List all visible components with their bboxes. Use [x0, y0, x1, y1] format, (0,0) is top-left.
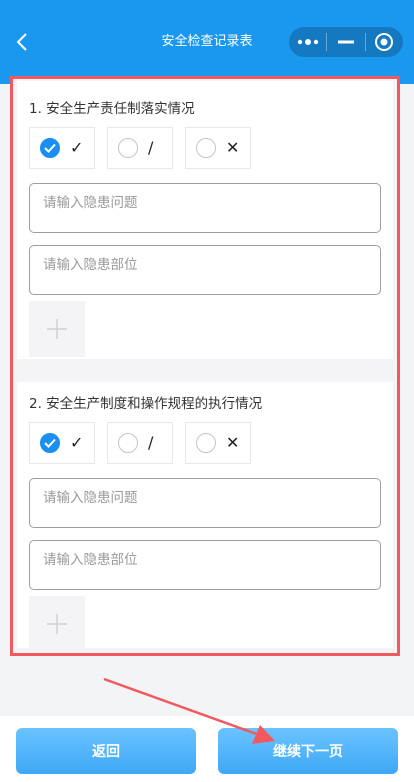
add-photo-button[interactable] [29, 301, 85, 357]
option-label: ✓ [70, 138, 84, 157]
answer-options: ✓ / ✕ [29, 422, 381, 464]
radio-checked-icon [40, 433, 60, 453]
option-label: ✓ [70, 433, 84, 452]
option-pass[interactable]: ✓ [29, 422, 95, 464]
close-program-icon[interactable] [366, 27, 403, 57]
option-fail[interactable]: ✕ [185, 422, 251, 464]
option-fail[interactable]: ✕ [185, 127, 251, 169]
checklist-highlight: 1. 安全生产责任制落实情况 ✓ / ✕ 请输入隐患问题 请输入隐患部位 2. … [10, 76, 400, 656]
radio-unchecked-icon [118, 138, 138, 158]
option-label: ✕ [226, 138, 240, 157]
nav-bar: 安全检查记录表 [0, 0, 414, 84]
option-pass[interactable]: ✓ [29, 127, 95, 169]
plus-icon [47, 614, 67, 634]
option-na[interactable]: / [107, 127, 173, 169]
answer-options: ✓ / ✕ [29, 127, 381, 169]
issue-input[interactable]: 请输入隐患问题 [29, 183, 381, 233]
location-input[interactable]: 请输入隐患部位 [29, 540, 381, 590]
mini-program-capsule [289, 27, 403, 57]
bottom-action-bar: 返回 继续下一页 [0, 716, 414, 782]
option-na[interactable]: / [107, 422, 173, 464]
question-card-1: 1. 安全生产责任制落实情况 ✓ / ✕ 请输入隐患问题 请输入隐患部位 [17, 81, 393, 359]
issue-input[interactable]: 请输入隐患问题 [29, 478, 381, 528]
question-title: 1. 安全生产责任制落实情况 [29, 101, 195, 117]
radio-checked-icon [40, 138, 60, 158]
plus-icon [47, 319, 67, 339]
radio-unchecked-icon [196, 138, 216, 158]
option-label: / [148, 138, 154, 157]
next-page-button[interactable]: 继续下一页 [218, 728, 398, 774]
radio-unchecked-icon [196, 433, 216, 453]
question-card-2: 2. 安全生产制度和操作规程的执行情况 ✓ / ✕ 请输入隐患问题 请输入隐患部… [17, 382, 393, 652]
option-label: / [148, 433, 154, 452]
location-input[interactable]: 请输入隐患部位 [29, 245, 381, 295]
more-menu-icon[interactable] [289, 27, 326, 57]
back-button[interactable]: 返回 [16, 728, 196, 774]
add-photo-button[interactable] [29, 596, 85, 652]
minimize-icon[interactable] [327, 27, 364, 57]
question-title: 2. 安全生产制度和操作规程的执行情况 [29, 396, 263, 412]
option-label: ✕ [226, 433, 240, 452]
radio-unchecked-icon [118, 433, 138, 453]
